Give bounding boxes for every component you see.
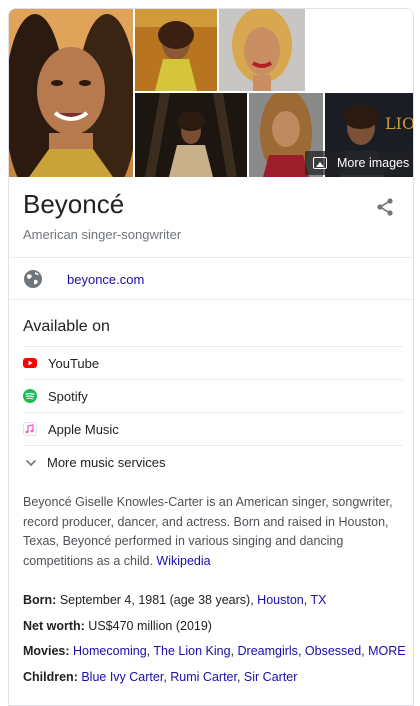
about-description: Beyoncé Giselle Knowles-Carter is an Ame… <box>23 493 407 571</box>
chevron-down-icon <box>25 459 37 466</box>
service-label: Spotify <box>48 388 88 404</box>
fact-movies: Movies: Homecoming, The Lion King, Dream… <box>23 644 406 658</box>
more-images-button[interactable]: More images <box>305 151 413 175</box>
fact-label: Born: <box>23 593 57 607</box>
knowledge-panel: LION More images Beyoncé American singer… <box>8 8 414 706</box>
image-tile-red-lipstick[interactable] <box>219 9 305 91</box>
service-apple-music[interactable]: Apple Music <box>23 412 403 445</box>
apple-music-icon <box>23 422 37 436</box>
service-spotify[interactable]: Spotify <box>23 379 403 412</box>
tx-link[interactable]: TX <box>310 593 326 607</box>
fact-label: Net worth: <box>23 618 85 633</box>
image-tile-stage[interactable] <box>135 93 247 177</box>
image-grid: LION More images <box>9 9 414 177</box>
more-music-services-label: More music services <box>47 455 166 470</box>
svg-text:LION: LION <box>385 114 414 133</box>
separator: , <box>303 593 308 607</box>
share-icon[interactable] <box>375 197 395 217</box>
music-services-list: YouTube Spotify Apple Music More music s… <box>23 346 403 479</box>
fact-net-worth: Net worth: US$470 million (2019) <box>23 617 407 637</box>
website-link[interactable]: beyonce.com <box>67 272 144 287</box>
fact-children: Children: Blue Ivy Carter, Rumi Carter, … <box>23 669 298 684</box>
movie-link[interactable]: Dreamgirls <box>238 644 298 658</box>
website-row: beyonce.com <box>23 265 144 293</box>
child-link[interactable]: Rumi Carter <box>170 670 237 684</box>
wikipedia-link[interactable]: Wikipedia <box>156 554 210 568</box>
entity-title: Beyoncé <box>23 189 125 219</box>
service-youtube[interactable]: YouTube <box>23 346 403 379</box>
child-link[interactable]: Sir Carter <box>244 670 297 684</box>
fact-label: Movies: <box>23 644 70 658</box>
facts-list: Born: September 4, 1981 (age 38 years), … <box>23 591 407 693</box>
image-tile-portrait[interactable] <box>9 9 133 177</box>
fact-label: Children: <box>23 669 78 684</box>
movies-more-link[interactable]: MORE <box>368 644 406 658</box>
image-tile-lion-king-premiere[interactable] <box>135 9 217 91</box>
child-link[interactable]: Blue Ivy Carter <box>81 670 163 684</box>
globe-icon <box>23 269 43 289</box>
entity-description: American singer-songwriter <box>23 227 182 242</box>
fact-born: Born: September 4, 1981 (age 38 years), … <box>23 591 407 611</box>
divider <box>9 299 413 300</box>
divider <box>9 257 413 258</box>
image-icon <box>313 157 327 169</box>
available-on-heading: Available on <box>23 318 110 335</box>
fact-value: September 4, 1981 (age 38 years), <box>59 593 254 607</box>
more-music-services-button[interactable]: More music services <box>23 445 403 479</box>
youtube-icon <box>23 356 37 370</box>
service-label: Apple Music <box>48 421 119 437</box>
movie-link[interactable]: Obsessed <box>305 644 361 658</box>
houston-link[interactable]: Houston <box>257 593 304 607</box>
movie-link[interactable]: Homecoming <box>73 644 147 658</box>
more-images-label: More images <box>337 156 410 170</box>
service-label: YouTube <box>48 355 100 371</box>
spotify-icon <box>23 389 37 403</box>
movie-link[interactable]: The Lion King <box>153 644 230 658</box>
fact-value: US$470 million (2019) <box>88 618 212 633</box>
